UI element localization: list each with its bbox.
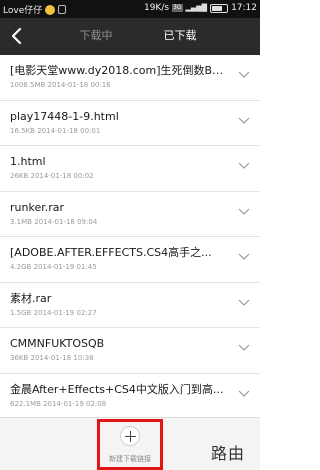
list-item[interactable]: runker.rar 3.1MB 2014-01-18 09:04 <box>0 191 260 237</box>
signal-icon: ▂▄▆█ <box>185 4 208 12</box>
chevron-down-icon[interactable] <box>238 253 250 261</box>
chevron-down-icon[interactable] <box>238 299 250 307</box>
list-item[interactable]: play17448-1-9.html 16.5KB 2014-01-18 00:… <box>0 100 260 146</box>
list-item[interactable]: [电影天堂www.dy2018.com]生死倒数BD... 1006.5MB 2… <box>0 55 260 101</box>
battery-icon <box>210 3 229 13</box>
chevron-left-icon[interactable] <box>8 26 28 46</box>
top-nav: 下载中 已下载 <box>0 18 260 73</box>
file-name: 素材.rar <box>10 291 52 305</box>
status-left: Love仔仔 <box>3 3 67 16</box>
new-download-label: 新建下载链接 <box>109 455 151 463</box>
list-item[interactable]: [ADOBE.AFTER.EFFECTS.CS4高手之... 4.2GB 201… <box>0 237 260 283</box>
file-name: 1.html <box>10 155 46 168</box>
status-right: 19K/s 3G ▂▄▆█ 17:12 <box>144 3 257 13</box>
network-type: 3G <box>172 4 183 12</box>
watermark-text: 路由网 <box>211 444 246 470</box>
network-speed: 19K/s <box>143 3 170 13</box>
file-name: play17448-1-9.html <box>10 109 119 123</box>
list-item[interactable]: CMMNFUKTOSQB 36KB 2014-01-18 10:38 <box>0 328 260 374</box>
list-item[interactable]: 1.html 26KB 2014-01-18 00:02 <box>0 146 260 192</box>
chevron-down-icon[interactable] <box>238 71 250 79</box>
clock: 17:12 <box>231 3 257 13</box>
carrier-name: Love仔仔 <box>3 6 43 16</box>
list-item[interactable]: 素材.rar 1.5GB 2014-01-19 02:27 <box>0 282 260 328</box>
file-meta: 3.1MB 2014-01-18 09:04 <box>10 217 98 226</box>
file-meta: 4.2GB 2014-01-19 01:45 <box>10 263 97 271</box>
file-meta: 26KB 2014-01-18 00:02 <box>10 172 94 180</box>
plus-icon <box>120 426 140 446</box>
smiley-icon <box>45 4 56 15</box>
file-name: [电影天堂www.dy2018.com]生死倒数BD... <box>10 64 228 77</box>
tab-downloaded[interactable]: 已下载 <box>132 18 228 55</box>
file-meta: 1.5GB 2014-01-19 02:27 <box>10 308 97 317</box>
download-list: [电影天堂www.dy2018.com]生死倒数BD... 1006.5MB 2… <box>0 55 260 419</box>
file-meta: 36KB 2014-01-18 10:38 <box>10 354 94 362</box>
lock-icon <box>58 5 67 14</box>
file-name: CMMNFUKTOSQB <box>10 337 105 350</box>
file-meta: 16.5KB 2014-01-18 00:01 <box>10 126 101 135</box>
tab-downloading[interactable]: 下载中 <box>56 18 136 55</box>
chevron-down-icon[interactable] <box>238 208 250 216</box>
chevron-down-icon[interactable] <box>238 117 250 125</box>
chevron-down-icon[interactable] <box>238 390 250 398</box>
file-meta: 622.1MB 2014-01-19 02:08 <box>10 399 107 408</box>
status-bar: Love仔仔 19K/s 3G ▂▄▆█ 17:12 <box>0 0 260 18</box>
list-item[interactable]: 金晨After+Effects+CS4中文版入门到高... 622.1MB 20… <box>0 373 260 419</box>
new-download-link-button[interactable]: 新建下载链接 <box>97 419 163 470</box>
chevron-down-icon[interactable] <box>238 162 250 170</box>
file-name: [ADOBE.AFTER.EFFECTS.CS4高手之... <box>10 246 212 259</box>
file-meta: 1006.5MB 2014-01-18 00:16 <box>10 81 111 89</box>
file-name: 金晨After+Effects+CS4中文版入门到高... <box>10 382 224 396</box>
file-name: runker.rar <box>10 200 65 214</box>
chevron-down-icon[interactable] <box>238 344 250 352</box>
